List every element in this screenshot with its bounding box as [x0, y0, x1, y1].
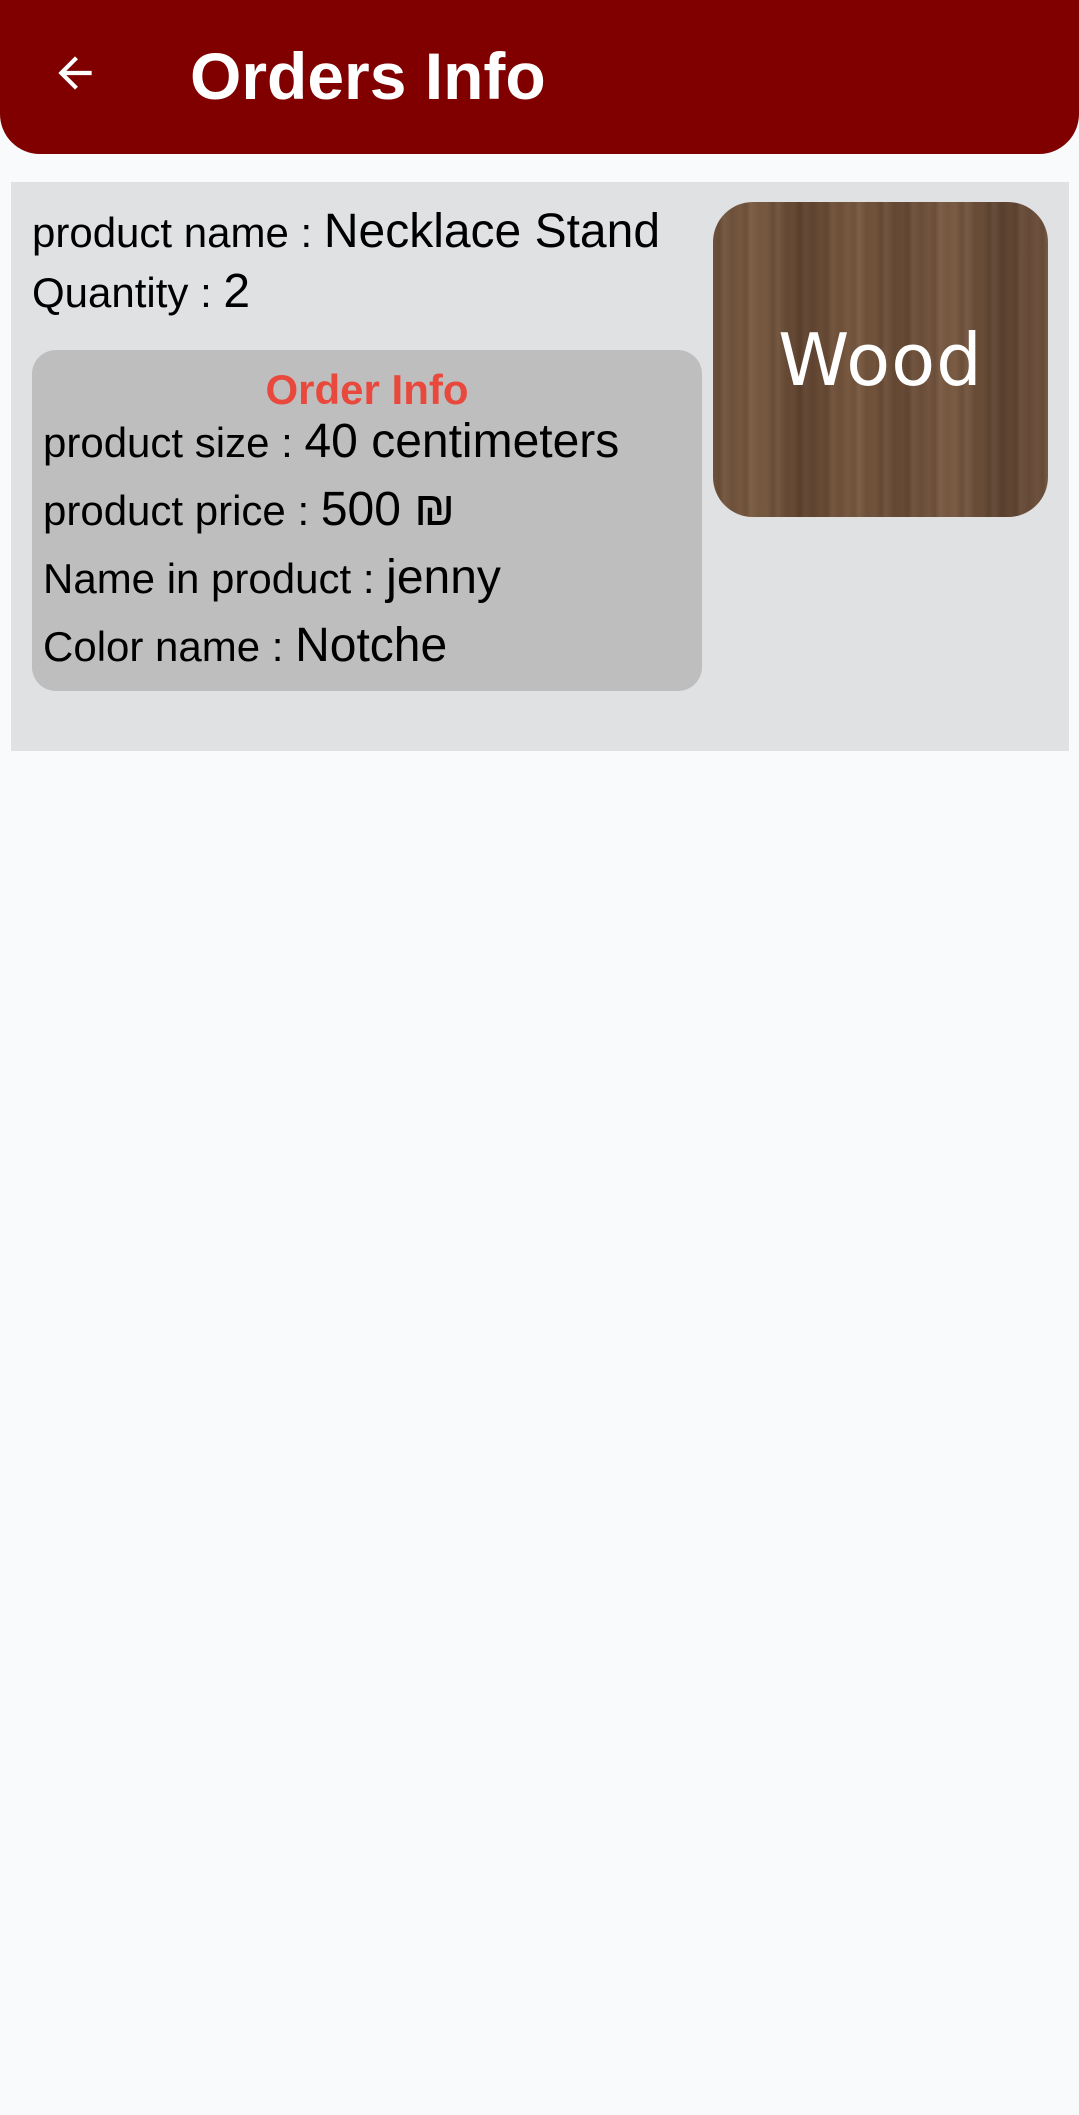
product-price-label: product price :	[43, 487, 321, 534]
name-in-product-row: Name in product : jenny	[43, 550, 501, 605]
product-name-value: Necklace Stand	[323, 205, 661, 258]
app-bar: Orders Info	[0, 0, 1079, 154]
quantity-value: 2	[223, 265, 251, 318]
order-info-title: Order Info	[265, 366, 469, 413]
quantity-label: Quantity :	[32, 269, 224, 316]
material-label: Wood	[778, 317, 983, 402]
quantity-row: Quantity : 2	[32, 264, 250, 319]
material-image: Wood	[713, 202, 1048, 517]
order-card[interactable]: product name : Necklace Stand Quantity :…	[11, 182, 1069, 751]
product-size-value: 40 centimeters	[304, 415, 620, 468]
color-name-row: Color name : Notche	[43, 618, 447, 673]
product-size-row: product size : 40 centimeters	[43, 414, 619, 469]
product-name-label: product name :	[32, 209, 324, 256]
arrow-left-icon	[58, 56, 92, 90]
product-name-row: product name : Necklace Stand	[32, 204, 660, 259]
back-button[interactable]	[42, 40, 108, 106]
product-price-value: 500 ₪	[320, 483, 455, 536]
order-info-box: Order Info product size : 40 centimeters…	[32, 350, 702, 691]
product-size-label: product size :	[43, 419, 305, 466]
name-in-product-value: jenny	[386, 551, 501, 604]
page-title: Orders Info	[190, 39, 546, 113]
color-name-label: Color name :	[43, 623, 296, 670]
name-in-product-label: Name in product :	[43, 555, 387, 602]
color-name-value: Notche	[295, 619, 448, 672]
product-price-row: product price : 500 ₪	[43, 482, 455, 537]
